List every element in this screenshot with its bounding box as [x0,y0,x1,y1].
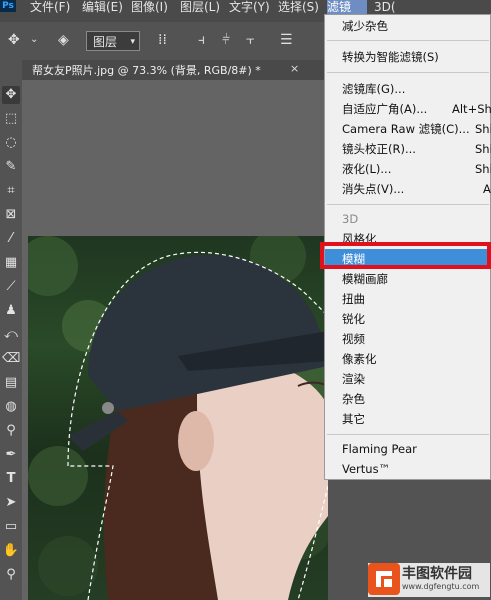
align-top-icon[interactable]: ☰ [280,32,293,48]
watermark-url: www.dgfengtu.com [402,582,480,591]
healing-tool-icon[interactable]: ▦ [2,254,20,272]
hand-tool-icon[interactable]: ✋ [2,542,20,560]
chevron-down-icon: ▾ [130,37,135,47]
menu-item-render[interactable]: 渲染 [325,369,491,389]
path-select-tool-icon[interactable]: ➤ [2,494,20,512]
menu-image[interactable]: 图像(I) [131,0,168,22]
chevron-down-icon[interactable]: ⌄ [30,32,38,48]
history-brush-tool-icon[interactable]: ⤺ [2,326,20,344]
photo-image [28,236,328,600]
menu-item-reduce-noise[interactable]: 减少杂色 [325,16,491,36]
menu-item-sharpen[interactable]: 锐化 [325,309,491,329]
stamp-tool-icon[interactable]: ♟ [2,302,20,320]
canvas-area[interactable] [22,80,328,600]
menu-item-lens-correction[interactable]: 镜头校正(R)... Shi [325,139,491,159]
document-tab-title: 帮女友P照片.jpg @ 73.3% (背景, RGB/8#) * [32,64,261,77]
menu-layer[interactable]: 图层(L) [180,0,220,22]
auto-select-value: 图层 [93,35,118,49]
menu-item-liquify[interactable]: 液化(L)... Shi [325,159,491,179]
menu-item-video[interactable]: 视频 [325,329,491,349]
move-icon[interactable]: ✥ [8,32,20,48]
menu-item-noise[interactable]: 杂色 [325,389,491,409]
menu-separator [327,72,489,73]
gradient-tool-icon[interactable]: ▤ [2,374,20,392]
menu-item-other[interactable]: 其它 [325,409,491,429]
menu-item-convert-smart-filter[interactable]: 转换为智能滤镜(S) [325,47,491,67]
menu-item-filter-gallery[interactable]: 滤镜库(G)... [325,79,491,99]
menu-item-3d: 3D [342,212,359,226]
photo-canvas[interactable] [28,236,328,600]
pen-tool-icon[interactable]: ✒ [2,446,20,464]
layers-icon[interactable]: ◈ [58,32,69,48]
photoshop-logo: Ps [0,0,16,12]
menu-item-camera-raw[interactable]: Camera Raw 滤镜(C)... Shi [325,119,491,139]
menu-item-adaptive-wide-angle[interactable]: 自适应广角(A)... Alt+Shi [325,99,491,119]
quick-select-tool-icon[interactable]: ✎ [2,158,20,176]
watermark-text: 丰图软件园 [402,566,472,582]
frame-tool-icon[interactable]: ⊠ [2,206,20,224]
marquee-tool-icon[interactable]: ⬚ [2,110,20,128]
menu-select[interactable]: 选择(S) [278,0,319,22]
filter-dropdown-menu: 减少杂色 转换为智能滤镜(S) 滤镜库(G)... 自适应广角(A)... Al… [324,14,491,480]
menu-item-vanishing-point[interactable]: 消失点(V)... A [325,179,491,199]
align-left-icon[interactable]: ⫞ [198,32,205,48]
move-tool-icon[interactable]: ✥ [2,86,20,104]
eraser-tool-icon[interactable]: ⌫ [2,350,20,368]
auto-select-dropdown[interactable]: 图层 ▾ [86,31,140,51]
menu-item-blur-gallery[interactable]: 模糊画廊 [325,269,491,289]
menu-item-stylize[interactable]: 风格化 [325,229,491,249]
transform-controls-icon[interactable]: ⁞⁞ [158,32,167,48]
menu-item-flaming-pear[interactable]: Flaming Pear [325,439,491,459]
menu-file[interactable]: 文件(F) [30,0,70,22]
align-center-icon[interactable]: ⫩ [222,32,230,48]
menu-type[interactable]: 文字(Y) [229,0,270,22]
zoom-tool-icon[interactable]: ⚲ [2,566,20,584]
brush-tool-icon[interactable]: ⟋ [2,278,20,296]
menu-item-pixelate[interactable]: 像素化 [325,349,491,369]
dodge-tool-icon[interactable]: ⚲ [2,422,20,440]
close-icon[interactable]: × [290,62,299,75]
watermark: 丰图软件园 www.dgfengtu.com [368,563,490,597]
menu-edit[interactable]: 编辑(E) [82,0,123,22]
menu-item-blur[interactable]: 模糊 [325,249,491,269]
blur-tool-icon[interactable]: ◍ [2,398,20,416]
menu-separator [327,40,489,41]
shape-tool-icon[interactable]: ▭ [2,518,20,536]
lasso-tool-icon[interactable]: ◌ [2,134,20,152]
crop-tool-icon[interactable]: ⌗ [2,182,20,200]
eyedropper-tool-icon[interactable]: ⁄ [2,230,20,248]
tools-panel: ✥ ⬚ ◌ ✎ ⌗ ⊠ ⁄ ▦ ⟋ ♟ ⤺ ⌫ ▤ ◍ ⚲ ✒ T ➤ ▭ ✋ … [0,60,23,600]
menu-separator [327,204,489,205]
watermark-logo-icon [368,563,400,595]
align-right-icon[interactable]: ⫟ [246,32,254,48]
document-tab[interactable]: 帮女友P照片.jpg @ 73.3% (背景, RGB/8#) * × [22,60,328,81]
menu-separator [327,434,489,435]
menu-item-distort[interactable]: 扭曲 [325,289,491,309]
menu-item-vertus[interactable]: Vertus™ [325,459,491,479]
type-tool-icon[interactable]: T [2,470,20,488]
